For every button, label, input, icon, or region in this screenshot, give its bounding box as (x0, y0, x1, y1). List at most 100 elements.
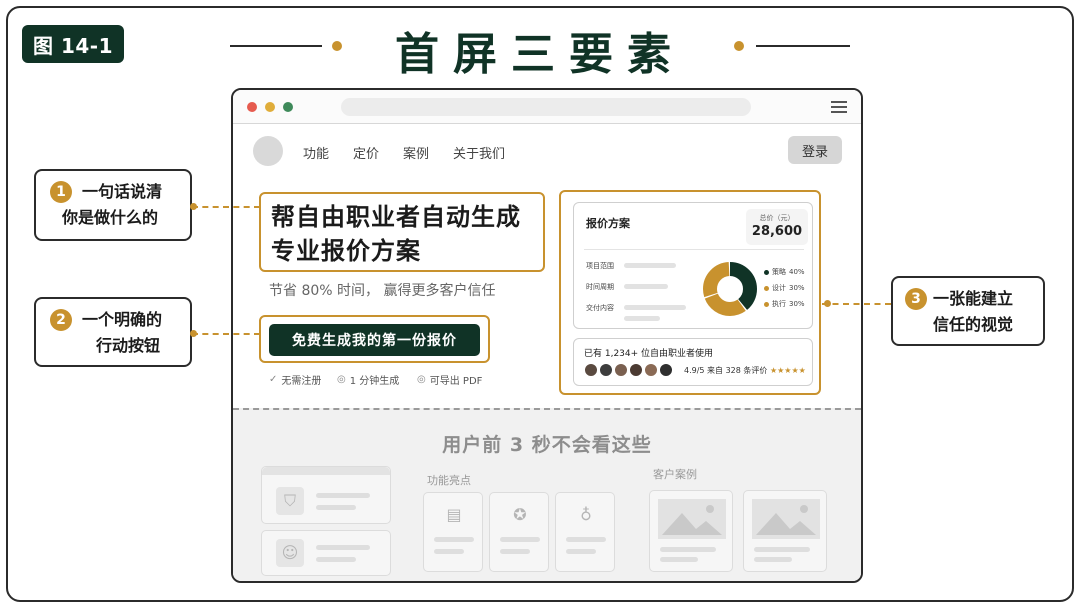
page-title: 首屏三要素 (395, 29, 685, 80)
quote-card: 报价方案 总价（元） 28,600 项目范围 时间周期 交付内容 策略 40% … (573, 202, 813, 329)
callout-2: 2 一个明确的 行动按钮 (34, 297, 192, 367)
ghost-bar (316, 493, 370, 498)
callout-number-badge: 2 (50, 309, 72, 331)
callout-1-line2: 你是做什么的 (62, 208, 159, 227)
callout-2-line1: 一个明确的 (82, 310, 163, 329)
legend-swatch (764, 285, 769, 291)
ghost-card: ☺ (261, 530, 391, 576)
legend-item: 设计 30% (764, 283, 805, 293)
callout-1-line1: 一句话说清 (82, 182, 163, 201)
avatar (584, 363, 598, 377)
connector-1 (192, 206, 260, 208)
ghost-bar (566, 549, 596, 554)
ghost-bar (754, 547, 810, 552)
donut-chart (703, 262, 757, 316)
legend-swatch (764, 301, 769, 307)
cta-highlight: 免费生成我的第一份报价 (259, 315, 490, 363)
avatar (599, 363, 613, 377)
ghost-bar (500, 549, 530, 554)
document-icon: ▤ (446, 505, 462, 524)
image-placeholder-icon (658, 499, 726, 539)
nav-item-features[interactable]: 功能 (303, 143, 329, 162)
callout-3-line2: 信任的视觉 (933, 315, 1014, 334)
nav-item-cases[interactable]: 案例 (403, 143, 429, 162)
nav-item-about[interactable]: 关于我们 (453, 143, 505, 162)
nav-item-pricing[interactable]: 定价 (353, 143, 379, 162)
avatar-group (584, 363, 674, 377)
avatar (644, 363, 658, 377)
user-icon: ☺ (276, 539, 304, 567)
browser-window: 功能 定价 案例 关于我们 登录 帮自由职业者自动生成 专业报价方案 节省 80… (231, 88, 863, 583)
ghost-bar (434, 537, 474, 542)
clock-icon: ◎ (337, 374, 346, 385)
ghost-bar (660, 547, 716, 552)
quote-card-title: 报价方案 (586, 217, 630, 230)
callout-2-line2: 行动按钮 (96, 336, 161, 355)
connector-dot (190, 203, 197, 210)
features-label: 功能亮点 (427, 474, 471, 487)
row-bar (624, 305, 686, 310)
export-icon: ◎ (417, 374, 426, 385)
total-label: 总价（元） (759, 214, 795, 222)
menu-icon[interactable] (831, 101, 847, 113)
ghost-feature-card: ✪ (489, 492, 549, 572)
row-bar (624, 263, 676, 268)
avatar (629, 363, 643, 377)
below-fold-section: 用户前 3 秒不会看这些 ⛉ ☺ 功能亮点 ▤ ✪ ♁ 客户案例 (233, 408, 861, 581)
hero-headline-line2: 专业报价方案 (271, 237, 421, 265)
legend-item: 策略 40% (764, 267, 805, 277)
row-label-scope: 项目范围 (586, 262, 614, 270)
ghost-bar (500, 537, 540, 542)
row-bar (624, 284, 668, 289)
headline-highlight: 帮自由职业者自动生成 专业报价方案 (259, 192, 545, 272)
social-proof-card: 已有 1,234+ 位自由职业者使用 4.9/5 来自 328 条评价 ★★★★… (573, 338, 813, 386)
total-box: 总价（元） 28,600 (746, 209, 808, 245)
ghost-bar (754, 557, 792, 562)
avatar (614, 363, 628, 377)
social-proof-title: 已有 1,234+ 位自由职业者使用 (584, 349, 714, 359)
ghost-bar (316, 545, 370, 550)
row-label-deliverables: 交付内容 (586, 304, 614, 312)
ghost-bar (316, 557, 356, 562)
feature-export-pdf: ◎ 可导出 PDF (417, 374, 483, 387)
rating-text: 4.9/5 来自 328 条评价 ★★★★★ (684, 366, 806, 375)
connector-3 (822, 303, 891, 305)
minimize-dot-icon[interactable] (265, 102, 275, 112)
callout-number-badge: 3 (905, 288, 927, 310)
ghost-case-card (743, 490, 827, 572)
row-bar (624, 316, 660, 321)
check-icon: ✓ (269, 374, 278, 385)
feature-one-minute: ◎ 1 分钟生成 (337, 374, 400, 387)
connector-dot (190, 330, 197, 337)
maximize-dot-icon[interactable] (283, 102, 293, 112)
ghost-feature-card: ▤ (423, 492, 483, 572)
row-label-timeline: 时间周期 (586, 283, 614, 291)
avatar (659, 363, 673, 377)
legend-swatch (764, 269, 769, 275)
title-line-left (230, 45, 322, 47)
title-dot-right (734, 41, 744, 51)
logo-placeholder[interactable] (253, 136, 283, 166)
cases-label: 客户案例 (653, 468, 697, 481)
cta-button[interactable]: 免费生成我的第一份报价 (269, 324, 480, 356)
callout-3-line1: 一张能建立 (933, 289, 1014, 308)
browser-bar (233, 90, 861, 124)
badge-icon: ♁ (580, 505, 592, 524)
below-fold-title: 用户前 3 秒不会看这些 (442, 434, 652, 456)
divider (584, 249, 804, 250)
login-button[interactable]: 登录 (788, 136, 842, 164)
ghost-card-header (262, 467, 390, 475)
connector-dot (824, 300, 831, 307)
address-bar[interactable] (341, 98, 751, 116)
image-placeholder-icon (752, 499, 820, 539)
ghost-case-card (649, 490, 733, 572)
close-dot-icon[interactable] (247, 102, 257, 112)
callout-1: 1 一句话说清 你是做什么的 (34, 169, 192, 241)
title-line-right (756, 45, 850, 47)
title-dot-left (332, 41, 342, 51)
callout-number-badge: 1 (50, 181, 72, 203)
hero-subtitle: 节省 80% 时间， 赢得更多客户信任 (269, 283, 496, 299)
visual-highlight: 报价方案 总价（元） 28,600 项目范围 时间周期 交付内容 策略 40% … (559, 190, 821, 395)
feature-no-signup: ✓ 无需注册 (269, 374, 322, 387)
total-value: 28,600 (751, 224, 803, 239)
